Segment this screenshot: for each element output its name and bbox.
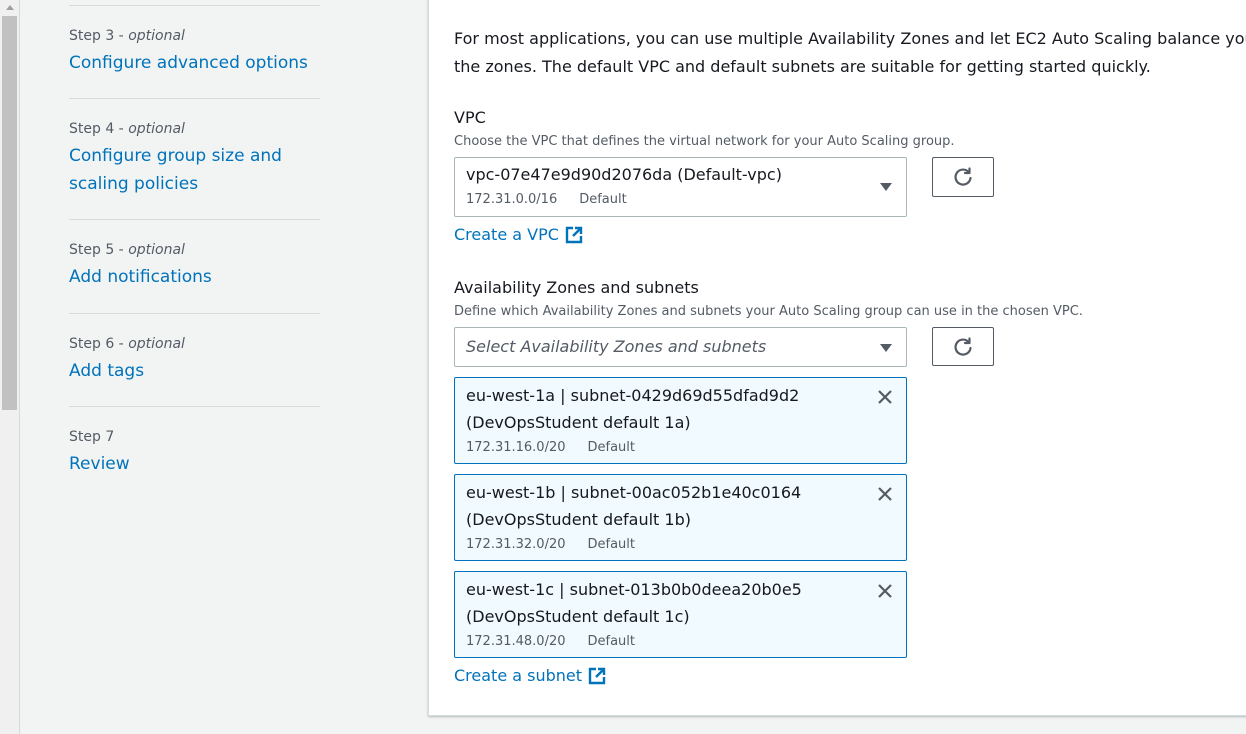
vpc-refresh-button[interactable] bbox=[932, 157, 994, 197]
subnet-token-title: eu-west-1b | subnet-00ac052b1e40c0164 bbox=[466, 483, 802, 502]
vpc-description: Choose the VPC that defines the virtual … bbox=[454, 134, 955, 149]
subnet-token-title: eu-west-1c | subnet-013b0b0deea20b0e5 bbox=[466, 580, 802, 599]
nav-step-6: Step 6 - optional Add tags bbox=[69, 335, 320, 385]
intro-text: For most applications, you can use multi… bbox=[454, 29, 1246, 76]
step-divider bbox=[69, 406, 320, 407]
step-number: Step 7 bbox=[69, 429, 115, 445]
subnet-token-name: (DevOpsStudent default 1c) bbox=[466, 607, 690, 626]
nav-step-5: Step 5 - optional Add notifications bbox=[69, 241, 320, 291]
subnet-token-1c: eu-west-1c | subnet-013b0b0deea20b0e5 (D… bbox=[454, 571, 907, 658]
create-vpc-link[interactable]: Create a VPC bbox=[454, 224, 583, 246]
close-icon[interactable] bbox=[875, 387, 895, 407]
refresh-icon bbox=[954, 336, 972, 356]
nav-step-4: Step 4 - optional Configure group size a… bbox=[69, 120, 320, 198]
subnet-token-name: (DevOpsStudent default 1a) bbox=[466, 413, 691, 432]
subnets-refresh-button[interactable] bbox=[932, 327, 994, 366]
close-icon[interactable] bbox=[875, 581, 895, 601]
step-link-configure-advanced-options[interactable]: Configure advanced options bbox=[69, 49, 320, 77]
caret-down-icon bbox=[880, 183, 892, 191]
step-divider bbox=[69, 98, 320, 99]
scroll-thumb[interactable] bbox=[2, 16, 17, 410]
subnet-token-meta: 172.31.48.0/20 Default bbox=[466, 634, 635, 649]
step-number: Step 6 - optional bbox=[69, 336, 185, 352]
vpc-select[interactable]: vpc-07e47e9d90d2076da (Default-vpc) 172.… bbox=[454, 157, 907, 217]
subnet-token-meta: 172.31.32.0/20 Default bbox=[466, 537, 635, 552]
step-number: Step 3 - optional bbox=[69, 28, 185, 44]
subnets-label: Availability Zones and subnets bbox=[454, 278, 699, 297]
refresh-icon bbox=[954, 167, 972, 186]
step-link-add-notifications[interactable]: Add notifications bbox=[69, 263, 320, 291]
step-number: Step 4 - optional bbox=[69, 121, 185, 137]
step-link-review[interactable]: Review bbox=[69, 450, 320, 478]
vpc-selected-value: vpc-07e47e9d90d2076da (Default-vpc) bbox=[466, 165, 782, 184]
subnet-token-1b: eu-west-1b | subnet-00ac052b1e40c0164 (D… bbox=[454, 474, 907, 561]
create-subnet-link[interactable]: Create a subnet bbox=[454, 665, 606, 687]
subnets-select[interactable]: Select Availability Zones and subnets bbox=[454, 327, 907, 367]
vpc-meta: 172.31.0.0/16 Default bbox=[466, 192, 627, 207]
caret-down-icon bbox=[880, 344, 892, 352]
external-link-icon bbox=[565, 226, 583, 244]
nav-step-3: Step 3 - optional Configure advanced opt… bbox=[69, 27, 320, 77]
close-icon[interactable] bbox=[875, 484, 895, 504]
page-scrollbar[interactable] bbox=[0, 0, 20, 734]
step-divider bbox=[69, 313, 320, 314]
subnet-token-title: eu-west-1a | subnet-0429d69d55dfad9d2 bbox=[466, 386, 800, 405]
subnets-placeholder: Select Availability Zones and subnets bbox=[466, 337, 767, 356]
step-divider bbox=[69, 219, 320, 220]
subnet-token-meta: 172.31.16.0/20 Default bbox=[466, 440, 635, 455]
step-link-configure-group-size[interactable]: Configure group size and scaling policie… bbox=[69, 142, 289, 198]
step-number: Step 5 - optional bbox=[69, 242, 185, 258]
subnet-token-name: (DevOpsStudent default 1b) bbox=[466, 510, 691, 529]
nav-step-7: Step 7 Review bbox=[69, 428, 320, 478]
subnet-token-1a: eu-west-1a | subnet-0429d69d55dfad9d2 (D… bbox=[454, 377, 907, 464]
vpc-label: VPC bbox=[454, 108, 486, 127]
step-link-add-tags[interactable]: Add tags bbox=[69, 357, 320, 385]
step-divider bbox=[69, 5, 320, 6]
external-link-icon bbox=[588, 667, 606, 685]
subnets-description: Define which Availability Zones and subn… bbox=[454, 304, 1083, 319]
scroll-up-arrow-icon[interactable] bbox=[0, 0, 19, 14]
